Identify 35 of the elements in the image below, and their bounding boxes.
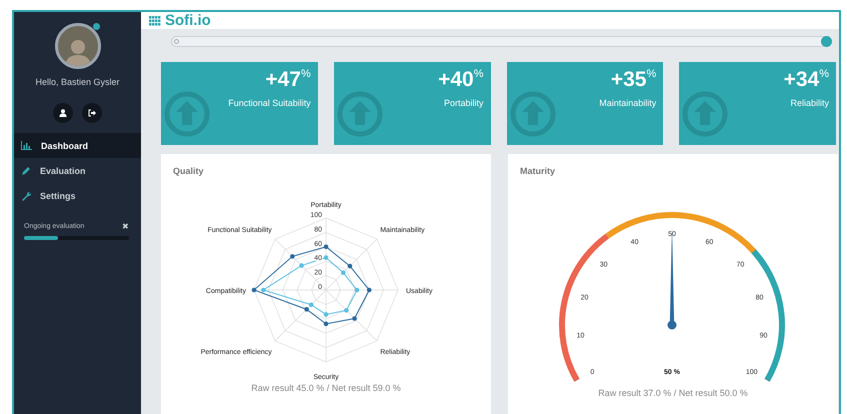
- result-summary: Raw result 45.0 % / Net result 59.0 %: [251, 383, 401, 393]
- stat-value: +47%: [264, 68, 311, 92]
- avatar: [54, 23, 100, 69]
- logout-button[interactable]: [82, 103, 102, 123]
- nav-label: Settings: [40, 190, 76, 200]
- up-arrow-circle-icon: [510, 91, 556, 137]
- nav-label: Dashboard: [41, 140, 88, 150]
- stat-value: +34%: [782, 68, 829, 92]
- greeting: Hello, Bastien Gysler: [34, 77, 121, 87]
- nav-label: Evaluation: [40, 166, 86, 176]
- profile-button[interactable]: [53, 103, 73, 123]
- stat-value: +40%: [437, 68, 484, 92]
- slider-thumb[interactable]: [821, 36, 832, 47]
- stat-label: Maintainability: [598, 98, 656, 108]
- nav-item[interactable]: Dashboard: [14, 133, 141, 158]
- wrench-icon: [21, 190, 31, 200]
- panel-title: Maturity: [520, 166, 556, 176]
- grid-icon: [149, 16, 161, 26]
- sign-out-icon: [88, 109, 96, 117]
- up-arrow-circle-icon: [164, 91, 210, 137]
- up-arrow-circle-icon: [336, 91, 383, 137]
- panel-title: Quality: [173, 166, 204, 176]
- stat-value: +35%: [610, 68, 656, 92]
- stat-label: Functional Suitability: [227, 98, 311, 108]
- pencil-icon: [21, 166, 31, 176]
- up-arrow-circle-icon: [682, 91, 728, 137]
- nav-item[interactable]: Settings: [14, 183, 141, 208]
- bar-chart-icon: [21, 141, 32, 150]
- stat-label: Portability: [442, 98, 484, 108]
- nav-item[interactable]: Evaluation: [14, 158, 141, 183]
- close-button[interactable]: ✖: [122, 222, 129, 231]
- result-summary: Raw result 37.0 % / Net result 50.0 %: [598, 388, 748, 398]
- user-icon: [59, 109, 67, 117]
- stat-label: Reliability: [789, 98, 829, 108]
- brand-logo: Sofi.io: [165, 12, 211, 29]
